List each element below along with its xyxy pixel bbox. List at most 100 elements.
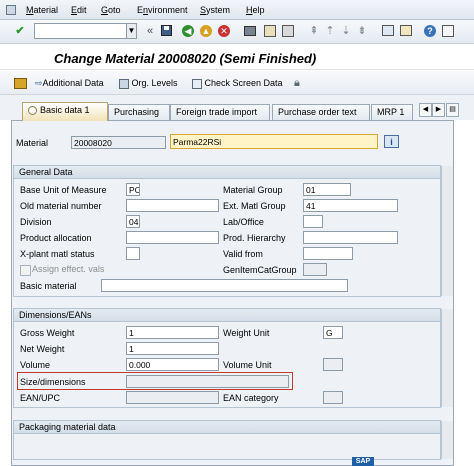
print-icon[interactable] xyxy=(243,24,257,38)
tab-label: Purchasing xyxy=(114,107,160,117)
weight-unit-label: Weight Unit xyxy=(223,328,270,338)
tab-label: Basic data 1 xyxy=(40,105,90,115)
command-field[interactable] xyxy=(34,23,137,39)
gen-item-cat-label: GenItemCatGroup xyxy=(223,265,297,275)
product-allocation-label: Product allocation xyxy=(20,233,92,243)
back-icon[interactable]: ◀ xyxy=(181,24,195,38)
division-field[interactable]: 04 xyxy=(126,215,140,228)
xplant-status-label: X-plant matl status xyxy=(20,249,95,259)
last-page-icon[interactable]: ⇟ xyxy=(355,24,369,38)
division-label: Division xyxy=(20,217,52,227)
tab-scroll-right-icon[interactable]: ▶ xyxy=(432,103,445,117)
ext-matl-group-field[interactable]: 41 xyxy=(303,199,398,212)
material-description-field[interactable]: Parma22RSi xyxy=(170,134,378,149)
assign-effect-label: Assign effect. vals xyxy=(32,264,105,274)
menu-system[interactable]: System xyxy=(200,5,230,15)
menu-help[interactable]: Help xyxy=(246,5,265,15)
check-screen-data-button[interactable]: Check Screen Data xyxy=(192,76,283,90)
org-levels-label: Org. Levels xyxy=(131,78,178,88)
display-change-icon xyxy=(14,78,27,90)
shortcut-icon[interactable] xyxy=(399,24,413,38)
system-menu-icon[interactable] xyxy=(6,5,16,15)
tab-scroll-left-icon[interactable]: ◀ xyxy=(419,103,432,117)
prod-hierarchy-label: Prod. Hierarchy xyxy=(223,233,286,243)
next-page-icon[interactable]: ⇣ xyxy=(339,24,353,38)
find-next-icon[interactable] xyxy=(281,24,295,38)
ext-matl-group-label: Ext. Matl Group xyxy=(223,201,286,211)
menu-material[interactable]: Material xyxy=(26,5,58,15)
lock-icon[interactable]: 🔒︎ xyxy=(294,76,300,90)
tab-foreign-trade-import[interactable]: Foreign trade import xyxy=(170,104,270,120)
tab-purchase-order-text[interactable]: Purchase order text xyxy=(272,104,370,120)
packaging-scrollbar[interactable] xyxy=(441,421,453,459)
tab-label: Purchase order text xyxy=(278,107,357,117)
net-weight-field[interactable]: 1 xyxy=(126,342,219,355)
save-icon[interactable] xyxy=(159,24,173,38)
xplant-status-field[interactable] xyxy=(126,247,140,260)
product-allocation-field[interactable] xyxy=(126,231,219,244)
menu-edit[interactable]: Edit xyxy=(71,5,87,15)
prod-hierarchy-field[interactable] xyxy=(303,231,398,244)
tab-label: MRP 1 xyxy=(377,107,405,117)
tab-list-icon[interactable]: ▤ xyxy=(446,103,459,117)
ean-upc-field xyxy=(126,391,219,404)
display-change-button[interactable] xyxy=(14,76,27,90)
additional-data-button[interactable]: ⇨Additional Data xyxy=(35,76,104,90)
page-title: Change Material 20008020 (Semi Finished) xyxy=(54,51,317,66)
dimensions-header: Dimensions/EANs xyxy=(14,309,440,322)
valid-from-label: Valid from xyxy=(223,249,263,259)
volume-label: Volume xyxy=(20,360,51,370)
menu-bar: Material Edit Goto Environment System He… xyxy=(0,0,474,20)
ean-upc-label: EAN/UPC xyxy=(20,393,61,403)
general-data-scrollbar[interactable] xyxy=(441,166,453,296)
material-label: Material xyxy=(16,138,49,148)
tab-mrp-1[interactable]: MRP 1 xyxy=(371,104,413,120)
create-session-icon[interactable] xyxy=(381,24,395,38)
collapse-icon[interactable]: « xyxy=(143,24,157,38)
sap-logo: SAP xyxy=(352,457,374,466)
material-group-label: Material Group xyxy=(223,185,283,195)
first-page-icon[interactable]: ⇞ xyxy=(307,24,321,38)
net-weight-label: Net Weight xyxy=(20,344,65,354)
tab-basic-data-1[interactable]: Basic data 1 xyxy=(22,102,108,121)
base-uom-label: Base Unit of Measure xyxy=(20,185,107,195)
highlight-box xyxy=(17,372,293,390)
assign-effect-checkbox[interactable] xyxy=(20,265,31,276)
arrow-right-icon: ⇨ xyxy=(35,78,43,88)
additional-data-label: Additional Data xyxy=(42,78,104,88)
volume-field[interactable]: 0.000 xyxy=(126,358,219,371)
find-icon[interactable] xyxy=(263,24,277,38)
valid-from-field[interactable] xyxy=(303,247,353,260)
material-number-field: 20008020 xyxy=(71,136,166,149)
base-uom-field[interactable]: PC xyxy=(126,183,140,196)
layout-icon[interactable] xyxy=(441,24,455,38)
basic-material-field[interactable] xyxy=(101,279,348,292)
tab-label: Foreign trade import xyxy=(176,107,258,117)
enter-icon[interactable]: ✔ xyxy=(13,24,27,38)
exit-icon[interactable]: ▲ xyxy=(199,24,213,38)
command-dropdown-icon[interactable]: ▼ xyxy=(126,24,136,38)
gross-weight-field[interactable]: 1 xyxy=(126,326,219,339)
tab-active-icon xyxy=(28,106,37,116)
gen-item-cat-field xyxy=(303,263,327,276)
volume-unit-label: Volume Unit xyxy=(223,360,272,370)
org-levels-icon xyxy=(119,78,129,89)
check-screen-data-icon xyxy=(192,78,202,89)
weight-unit-field[interactable]: G xyxy=(323,326,343,339)
menu-goto[interactable]: Goto xyxy=(101,5,121,15)
prev-page-icon[interactable]: ⇡ xyxy=(323,24,337,38)
org-levels-button[interactable]: Org. Levels xyxy=(119,76,178,90)
ean-category-label: EAN category xyxy=(223,393,279,403)
lab-office-field[interactable] xyxy=(303,215,323,228)
tab-purchasing[interactable]: Purchasing xyxy=(108,104,170,120)
check-screen-data-label: Check Screen Data xyxy=(204,78,283,88)
general-data-header: General Data xyxy=(14,166,440,179)
info-icon[interactable]: i xyxy=(384,135,399,148)
gross-weight-label: Gross Weight xyxy=(20,328,75,338)
help-icon[interactable]: ? xyxy=(423,24,437,38)
old-material-field[interactable] xyxy=(126,199,219,212)
dimensions-scrollbar[interactable] xyxy=(441,309,453,407)
cancel-icon[interactable]: ✕ xyxy=(217,24,231,38)
menu-environment[interactable]: Environment xyxy=(137,5,188,15)
material-group-field[interactable]: 01 xyxy=(303,183,351,196)
